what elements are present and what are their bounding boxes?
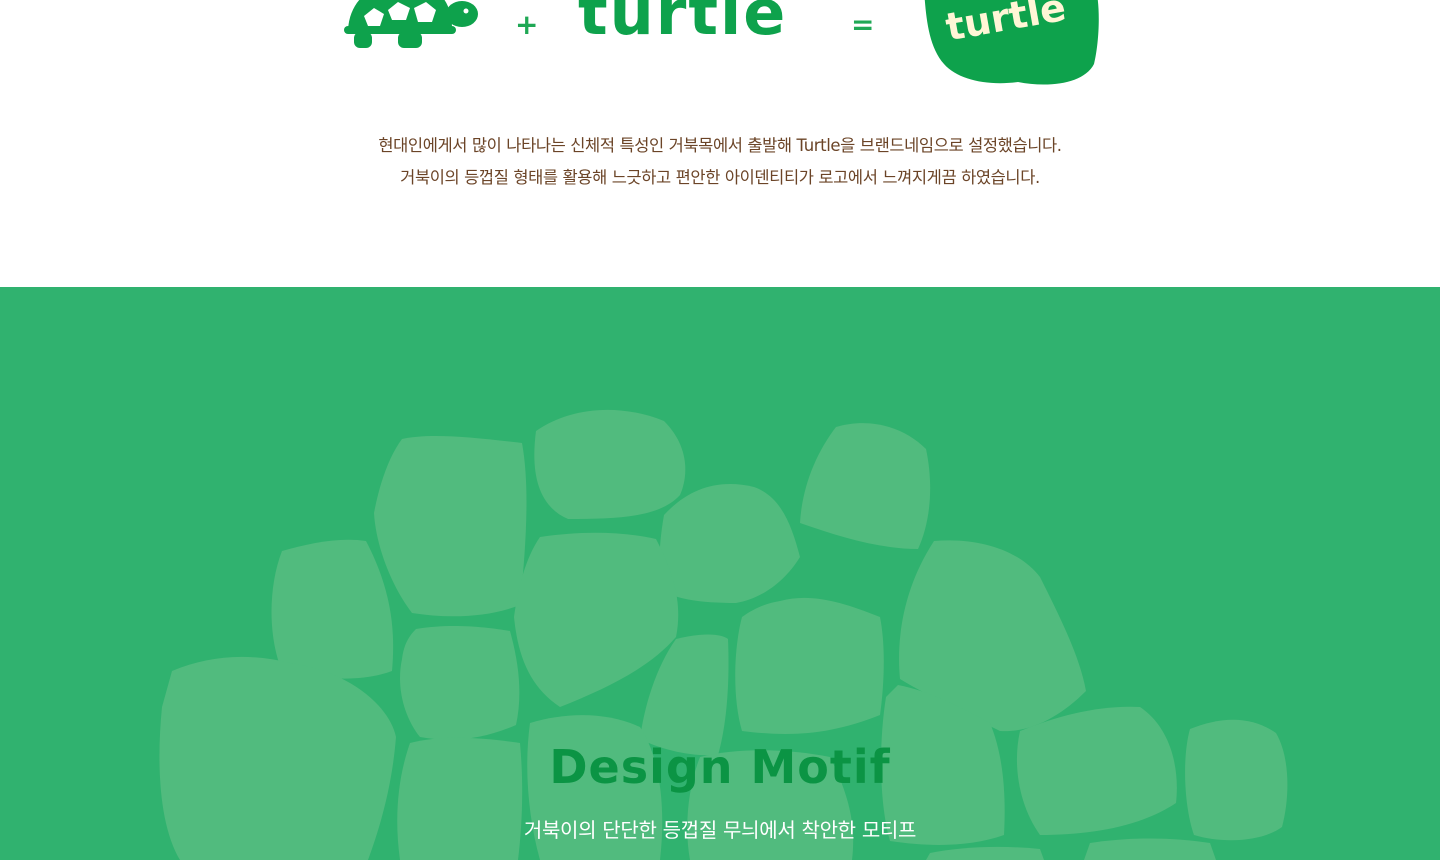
plus-sign: +: [515, 8, 539, 41]
equals-sign: =: [851, 8, 875, 41]
description-line-1: 현대인에게서 많이 나타나는 신체적 특성인 거북목에서 출발해 Turtle을…: [378, 136, 1062, 155]
brand-description: 현대인에게서 많이 나타나는 신체적 특성인 거북목에서 출발해 Turtle을…: [0, 130, 1440, 194]
motif-title: Design Motif: [549, 740, 891, 794]
turtle-logo-badge: turtle: [924, 0, 1099, 85]
design-motif-section: Design Motif 거북이의 단단한 등껍질 무늬에서 착안한 모티프: [0, 287, 1440, 860]
motif-subtitle: 거북이의 단단한 등껍질 무늬에서 착안한 모티프: [523, 818, 917, 842]
logo-concept-section: + turtle = turtle 현대인에게서 많이 나타나는 신체적 특성인…: [0, 0, 1440, 287]
page: + turtle = turtle 현대인에게서 많이 나타나는 신체적 특성인…: [0, 0, 1440, 860]
turtle-icon: [344, 0, 478, 48]
turtle-wordmark: turtle: [578, 0, 788, 49]
description-line-2: 거북이의 등껍질 형태를 활용해 느긋하고 편안한 아이덴티티가 로고에서 느껴…: [400, 168, 1040, 187]
